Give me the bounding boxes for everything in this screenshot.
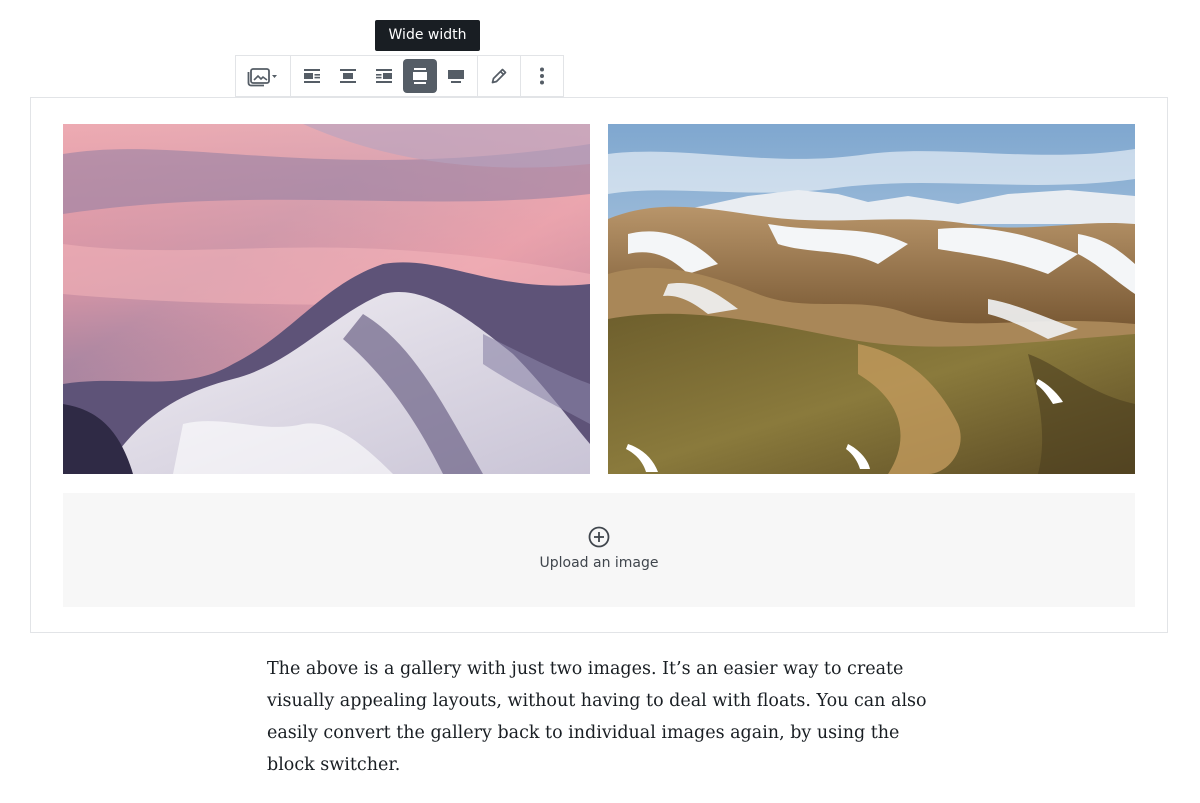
gallery-image-pink-sky[interactable]: [63, 124, 590, 474]
gallery-image-highland-hills-picture: [608, 124, 1135, 474]
align-center-button[interactable]: [331, 59, 365, 93]
upload-image-area[interactable]: Upload an image: [63, 493, 1135, 607]
block-toolbar: [235, 55, 564, 97]
gallery-image-pink-sky-picture: [63, 124, 590, 474]
align-center-icon: [340, 69, 356, 83]
paragraph-text[interactable]: The above is a gallery with just two ima…: [267, 653, 937, 781]
toolbar-group-edit: [478, 56, 521, 96]
align-wide-button[interactable]: [403, 59, 437, 93]
gallery-icon: [247, 68, 277, 87]
block-switcher-button[interactable]: [240, 59, 286, 93]
align-right-button[interactable]: [367, 59, 401, 93]
align-left-button[interactable]: [295, 59, 329, 93]
align-wide-icon: [413, 68, 427, 84]
gallery-block[interactable]: Upload an image: [30, 97, 1168, 633]
pencil-icon: [491, 68, 507, 84]
align-left-icon: [304, 69, 320, 83]
align-right-icon: [376, 69, 392, 83]
toolbar-group-alignment: [291, 56, 478, 96]
wide-width-tooltip: Wide width: [375, 20, 480, 51]
upload-image-label: Upload an image: [539, 555, 659, 571]
more-vertical-icon: [540, 67, 544, 85]
more-options-button[interactable]: [525, 59, 559, 93]
align-full-width-icon: [448, 70, 464, 83]
toolbar-group-more: [521, 56, 563, 96]
gallery-image-highland-hills[interactable]: [608, 124, 1135, 474]
toolbar-group-switcher: [236, 56, 291, 96]
plus-circle-icon: [588, 526, 610, 548]
align-full-width-button[interactable]: [439, 59, 473, 93]
edit-gallery-button[interactable]: [482, 59, 516, 93]
